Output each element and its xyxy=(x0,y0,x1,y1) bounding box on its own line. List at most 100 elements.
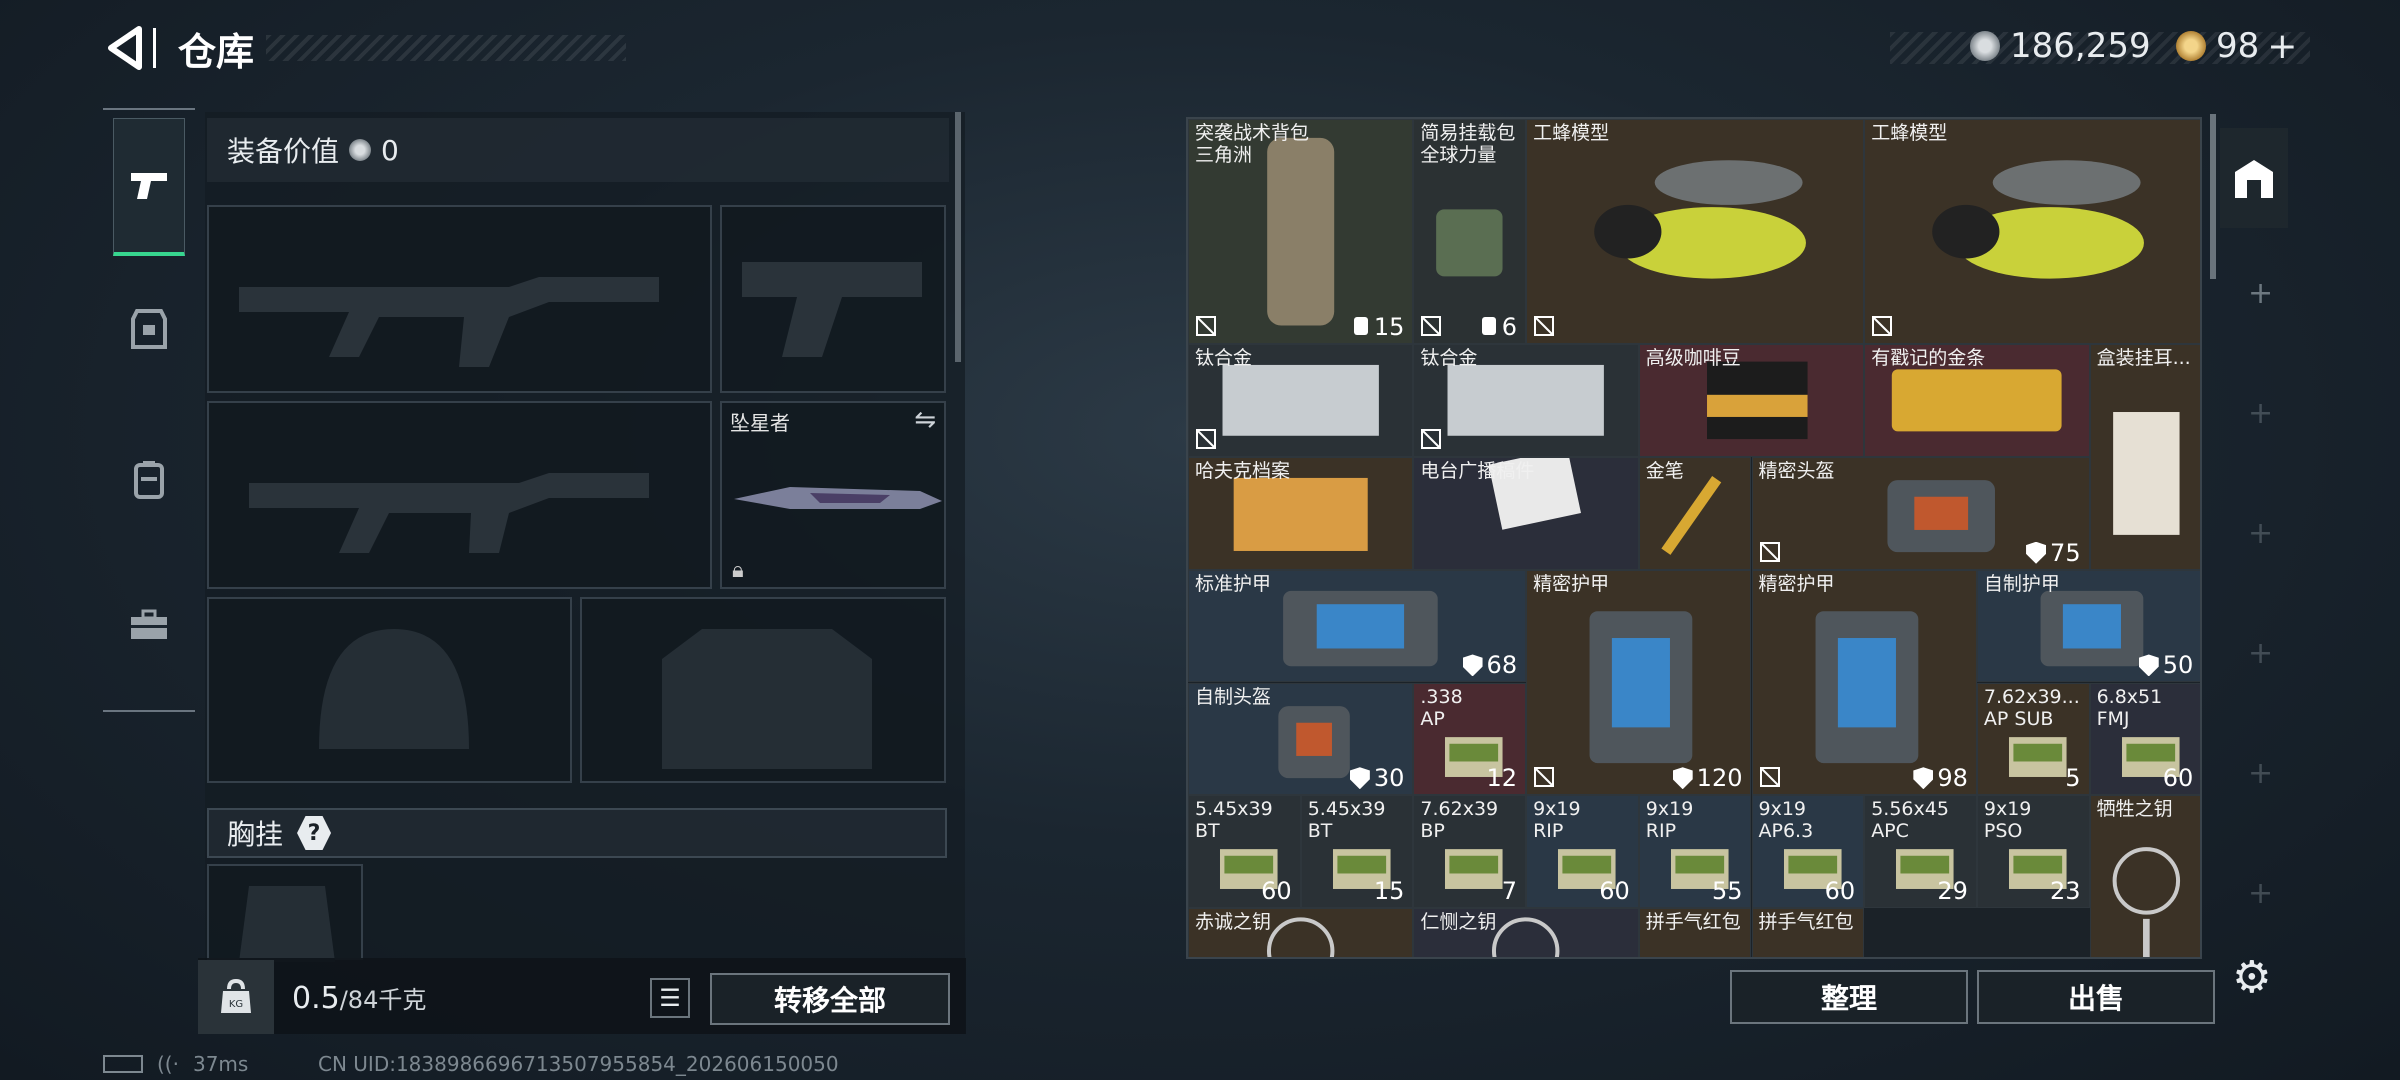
durability-icon xyxy=(1462,654,1483,677)
stash-item[interactable]: 7.62x39 BP 7 xyxy=(1413,795,1527,908)
helmet-slot[interactable] xyxy=(207,597,572,783)
settings-icon[interactable]: ⚙ xyxy=(2232,952,2271,1003)
left-scrollbar[interactable] xyxy=(955,112,961,362)
item-name: 9x19 RIP xyxy=(1645,798,1694,843)
stash-item[interactable]: 9x19 RIP 55 xyxy=(1638,795,1752,908)
item-name: .338 AP xyxy=(1420,685,1463,730)
sell-button[interactable]: 出售 xyxy=(1977,970,2215,1024)
header: 仓库 xyxy=(105,20,627,76)
stash-tab-slot[interactable]: + xyxy=(2248,876,2273,911)
stash-item[interactable]: 9x19 RIP 60 xyxy=(1526,795,1639,908)
item-bee-icon xyxy=(1932,160,2145,279)
backpack-icon xyxy=(134,461,164,499)
stash-item[interactable]: 精密护甲 120 xyxy=(1526,569,1752,796)
item-name: 7.62x39 BP xyxy=(1420,798,1499,843)
stash-item[interactable]: 精密头盔 75 xyxy=(1751,457,2090,570)
item-count-value: 98 xyxy=(1937,764,1968,793)
item-count: 75 xyxy=(2026,539,2081,567)
stash-item[interactable]: 5.56x45 APC 29 xyxy=(1864,795,1977,908)
tab-backpack[interactable] xyxy=(113,410,185,548)
helmet-icon xyxy=(319,629,469,749)
pistol-slot[interactable] xyxy=(720,205,946,393)
weight-icon: KG xyxy=(198,960,274,1034)
stash-tab-main[interactable] xyxy=(2220,128,2288,228)
stash-item[interactable]: 自制头盔 30 xyxy=(1188,682,1414,796)
stash-item[interactable]: 突袭战术背包 三角洲 15 xyxy=(1188,119,1414,345)
stash-item[interactable]: 牺牲之钥 xyxy=(2089,795,2200,957)
warehouse-icon xyxy=(2235,160,2273,198)
stash-item[interactable]: 5.45x39 BT 60 xyxy=(1188,795,1301,908)
stash-item[interactable]: 9x19 PSO 23 xyxy=(1976,795,2090,908)
item-count-value: 7 xyxy=(1501,876,1518,905)
stash-item[interactable]: 电台广播稿件 xyxy=(1413,457,1639,570)
stash-item[interactable]: .338 AP 12 xyxy=(1413,682,1527,796)
stash-tab-slot[interactable]: + xyxy=(2248,756,2273,791)
item-name: 7.62x39... AP SUB xyxy=(1983,685,2080,730)
currency-premium[interactable]: 98 + xyxy=(2176,26,2297,67)
item-count-value: 55 xyxy=(1711,876,1743,905)
grid-scrollbar[interactable] xyxy=(2210,114,2216,279)
stash-tab-slot[interactable]: + xyxy=(2248,396,2273,431)
item-name: 6.8x51 FMJ xyxy=(2096,685,2163,730)
chest-rig-slot[interactable] xyxy=(207,864,363,962)
stash-item[interactable]: 有戳记的金条 xyxy=(1864,344,2090,458)
stash-item[interactable]: 工蜂模型 xyxy=(1864,119,2200,345)
item-name: 5.45x39 BT xyxy=(1307,798,1386,843)
stash-item[interactable]: 9x19 AP6.3 60 xyxy=(1751,795,1865,908)
add-currency-icon[interactable]: + xyxy=(2267,26,2297,67)
no-drop-icon xyxy=(1759,766,1781,788)
stash-item[interactable]: 盒装挂耳... xyxy=(2089,344,2200,570)
stash-item[interactable]: 标准护甲 68 xyxy=(1188,569,1527,683)
back-button[interactable] xyxy=(105,25,145,71)
item-count-value: 29 xyxy=(1937,876,1968,905)
stash-item[interactable]: 钛合金 xyxy=(1413,344,1639,458)
stash-item[interactable]: 拼手气红包 xyxy=(1638,907,1752,957)
stash-item[interactable]: 简易挂载包 全球力量 6 xyxy=(1413,119,1527,345)
item-name: 金笔 xyxy=(1645,460,1684,483)
armor-slot[interactable] xyxy=(580,597,946,783)
add-stash-tab-icon[interactable]: + xyxy=(2248,276,2273,311)
tab-armor[interactable] xyxy=(113,260,185,398)
melee-name: 坠星者 xyxy=(730,411,790,435)
durability-icon xyxy=(2026,541,2047,564)
item-name: 自制头盔 xyxy=(1195,685,1272,708)
item-name: 盒装挂耳... xyxy=(2096,347,2191,370)
sort-button[interactable]: 整理 xyxy=(1730,970,1968,1024)
secondary-weapon-slot[interactable] xyxy=(207,401,712,589)
pistol-icon xyxy=(742,262,922,357)
stash-item[interactable]: 拼手气红包 xyxy=(1751,907,1865,957)
item-count: 15 xyxy=(1374,877,1405,905)
stash-item[interactable]: 工蜂模型 xyxy=(1526,119,1865,345)
stash-item[interactable]: 赤诚之钥 xyxy=(1188,907,1414,957)
stash-item[interactable]: 自制护甲 50 xyxy=(1976,569,2200,683)
melee-slot[interactable]: 坠星者 ⇋ 🔒︎ xyxy=(720,401,946,589)
stash-tab-slot[interactable]: + xyxy=(2248,636,2273,671)
stash-item[interactable]: 7.62x39... AP SUB 5 xyxy=(1976,682,2090,796)
item-name: 工蜂模型 xyxy=(1871,122,1948,144)
back-arrow-icon xyxy=(108,26,142,70)
item-name: 牺牲之钥 xyxy=(2096,798,2173,821)
stash-item[interactable]: 钛合金 xyxy=(1188,344,1414,458)
item-name: 哈夫克档案 xyxy=(1195,460,1291,483)
stash-item[interactable]: 精密护甲 98 xyxy=(1751,569,1977,796)
currency-coins[interactable]: 186,259 xyxy=(1970,26,2151,66)
list-view-button[interactable]: ☰ xyxy=(650,978,690,1018)
swap-icon[interactable]: ⇋ xyxy=(914,405,936,435)
help-icon[interactable]: ? xyxy=(297,816,332,850)
stash-item[interactable]: 哈夫克档案 xyxy=(1188,457,1414,570)
stash-item[interactable]: 金笔 xyxy=(1638,457,1752,570)
stash-item[interactable]: 高级咖啡豆 xyxy=(1638,344,1865,458)
item-count: 60 xyxy=(2163,764,2194,792)
weight-value: 0.5 xyxy=(292,981,340,1016)
primary-weapon-slot[interactable] xyxy=(207,205,712,393)
tab-gear[interactable] xyxy=(113,556,185,694)
stash-item[interactable]: 5.45x39 BT 15 xyxy=(1300,795,1414,908)
weight-capacity: /84千克 xyxy=(339,986,427,1014)
stash-item[interactable]: 6.8x51 FMJ 60 xyxy=(2089,682,2200,796)
stash-item[interactable]: 仁恻之钥 xyxy=(1413,907,1639,957)
transfer-all-button[interactable]: 转移全部 xyxy=(710,973,950,1025)
stash-tab-slot[interactable]: + xyxy=(2248,516,2273,551)
tab-weapons[interactable] xyxy=(113,118,185,256)
battery-icon xyxy=(103,1055,143,1073)
status-bar: ((· 37ms xyxy=(103,1052,248,1076)
